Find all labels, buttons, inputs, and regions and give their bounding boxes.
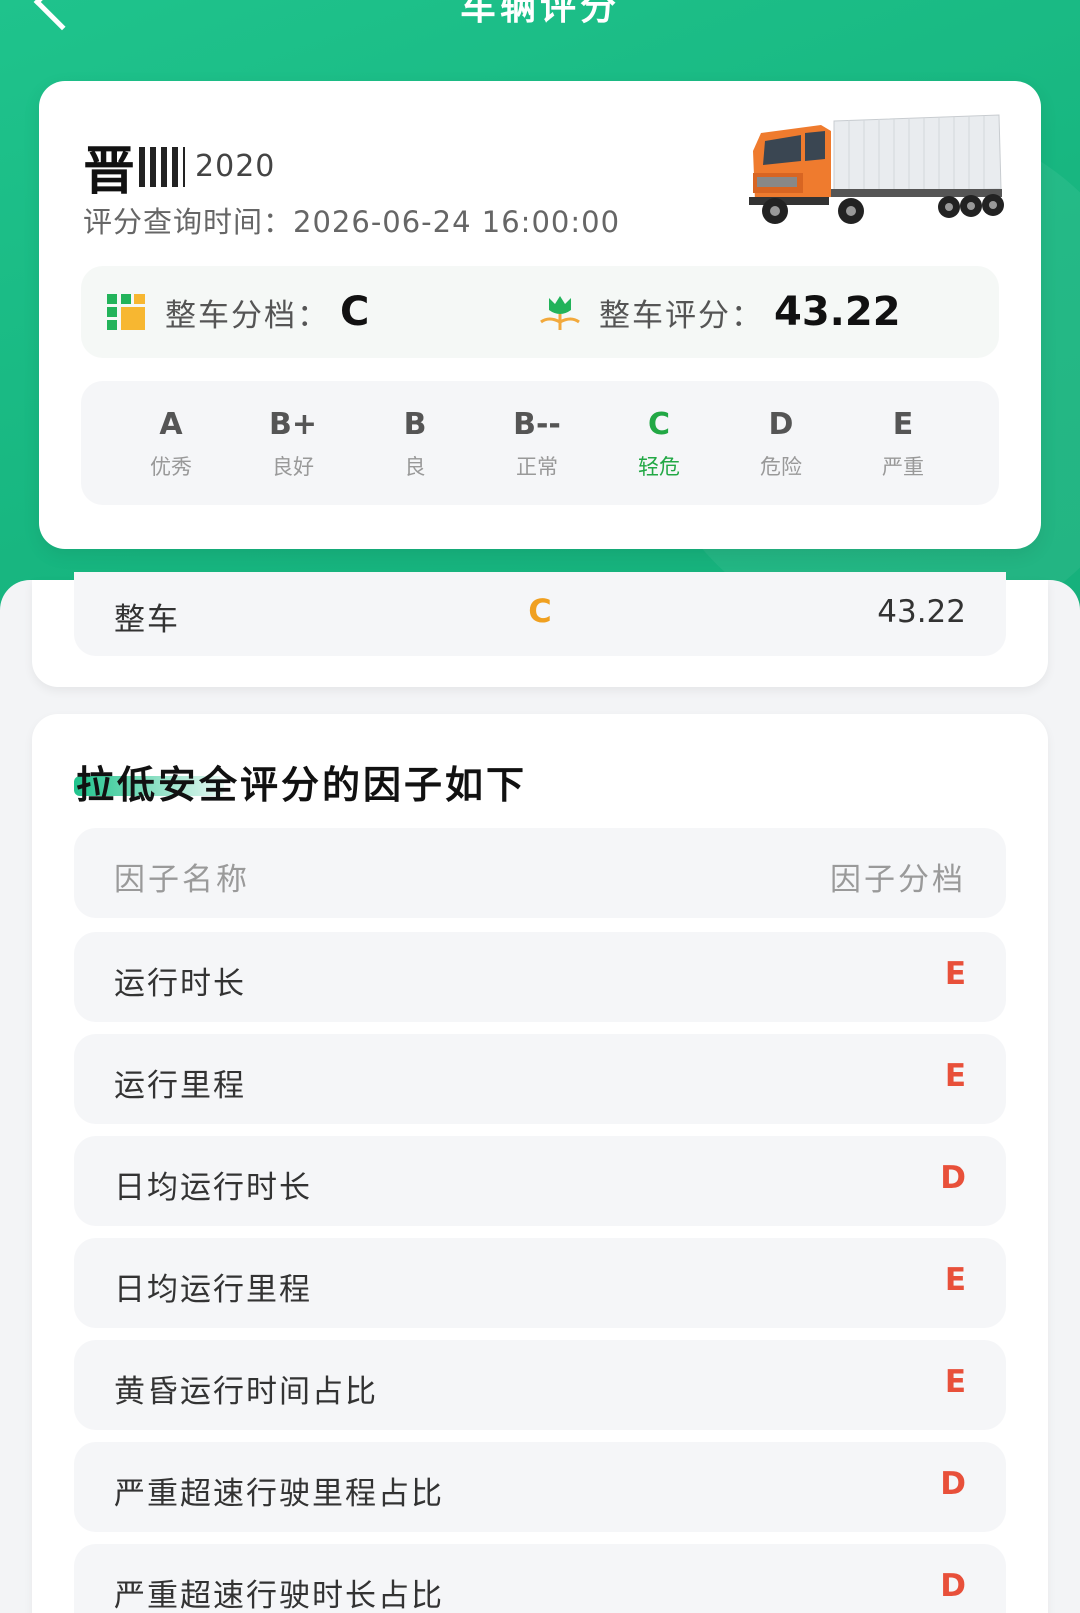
license-plate: 晋 2020 <box>83 129 275 204</box>
factor-name: 严重超速行驶时长占比 <box>114 1578 444 1613</box>
grade-item: B-- 正常 <box>476 407 598 481</box>
query-time-label: 评分查询时间： <box>83 205 294 239</box>
overall-row: 整车 C 43.22 <box>74 572 1006 656</box>
factor-name: 日均运行时长 <box>114 1170 312 1206</box>
overall-card: 整车 C 43.22 <box>32 572 1048 687</box>
grade-letter: C <box>647 407 671 442</box>
overall-score: 整车评分： 43.22 <box>539 266 901 358</box>
grade-letter: A <box>159 407 183 442</box>
overall-level: 整车分档： C <box>107 266 369 358</box>
level-value: C <box>340 289 370 335</box>
factor-grade: E <box>944 1058 966 1094</box>
grade-description: 良好 <box>272 455 314 479</box>
grade-item: D 危险 <box>720 407 842 481</box>
column-header-name: 因子名称 <box>114 862 250 898</box>
section-title: 拉低安全评分的因子如下 <box>76 763 528 807</box>
plant-icon <box>540 296 580 330</box>
grade-item: A 优秀 <box>110 407 232 481</box>
factor-grade: D <box>940 1160 966 1196</box>
table-row[interactable]: 日均运行里程 E <box>74 1238 1006 1328</box>
factor-grade: E <box>944 1364 966 1400</box>
grade-letter: D <box>768 407 794 442</box>
grade-item-active: C 轻危 <box>598 407 720 481</box>
grade-description: 轻危 <box>638 455 680 479</box>
factor-card: 拉低安全评分的因子如下 因子名称 因子分档 运行时长 E 运行里程 E 日均运行… <box>32 714 1048 1613</box>
plate-redaction <box>139 146 186 187</box>
grade-letter: B-- <box>513 407 561 442</box>
factor-grade: D <box>940 1568 966 1604</box>
grade-item: B 良 <box>354 407 476 481</box>
query-time: 评分查询时间：2026-06-24 16:00:00 <box>83 199 620 241</box>
factor-grade: D <box>940 1466 966 1502</box>
page-title: 车辆评分 <box>459 0 620 28</box>
overall-grade: C <box>528 592 552 630</box>
factor-name: 运行里程 <box>114 1068 246 1104</box>
score-value: 43.22 <box>774 289 901 335</box>
table-row[interactable]: 运行里程 E <box>74 1034 1006 1124</box>
grade-description: 良 <box>404 455 426 479</box>
score-label: 整车评分： <box>599 297 764 334</box>
overall-score-value: 43.22 <box>877 594 966 630</box>
factor-grade: E <box>944 1262 966 1298</box>
table-header: 因子名称 因子分档 <box>74 828 1006 918</box>
factor-name: 运行时长 <box>114 966 246 1002</box>
table-row[interactable]: 日均运行时长 D <box>74 1136 1006 1226</box>
query-time-value: 2026-06-24 16:00:00 <box>293 205 621 239</box>
level-label: 整车分档： <box>165 297 330 334</box>
factor-name: 严重超速行驶里程占比 <box>114 1476 444 1512</box>
grade-item: E 严重 <box>842 407 964 481</box>
vehicle-info-card: 晋 2020 评分查询时间：2026-06-24 16:00:00 整车分档： … <box>39 81 1041 549</box>
grade-scale: A 优秀 B+ 良好 B 良 B-- 正常 C 轻危 D 危险 E 严重 <box>81 381 999 505</box>
grade-description: 正常 <box>516 455 558 479</box>
table-row[interactable]: 黄昏运行时间占比 E <box>74 1340 1006 1430</box>
factor-name: 黄昏运行时间占比 <box>114 1374 378 1410</box>
factor-name: 日均运行里程 <box>114 1272 312 1308</box>
summary-row: 整车分档： C 整车评分： 43.22 <box>81 266 999 358</box>
table-row[interactable]: 严重超速行驶时长占比 D <box>74 1544 1006 1613</box>
grade-description: 危险 <box>760 455 802 479</box>
truck-image <box>749 114 1004 224</box>
table-row[interactable]: 运行时长 E <box>74 932 1006 1022</box>
grade-letter: E <box>892 407 914 442</box>
grade-description: 优秀 <box>150 455 192 479</box>
plate-prefix: 晋 <box>83 142 135 202</box>
plate-number: 2020 <box>195 149 276 184</box>
factor-grade: E <box>944 956 966 992</box>
table-row[interactable]: 严重超速行驶里程占比 D <box>74 1442 1006 1532</box>
grid-icon <box>107 294 145 330</box>
grade-description: 严重 <box>882 455 924 479</box>
grade-letter: B <box>403 407 427 442</box>
grade-letter: B+ <box>268 407 317 442</box>
column-header-grade: 因子分档 <box>830 862 966 898</box>
grade-item: B+ 良好 <box>232 407 354 481</box>
